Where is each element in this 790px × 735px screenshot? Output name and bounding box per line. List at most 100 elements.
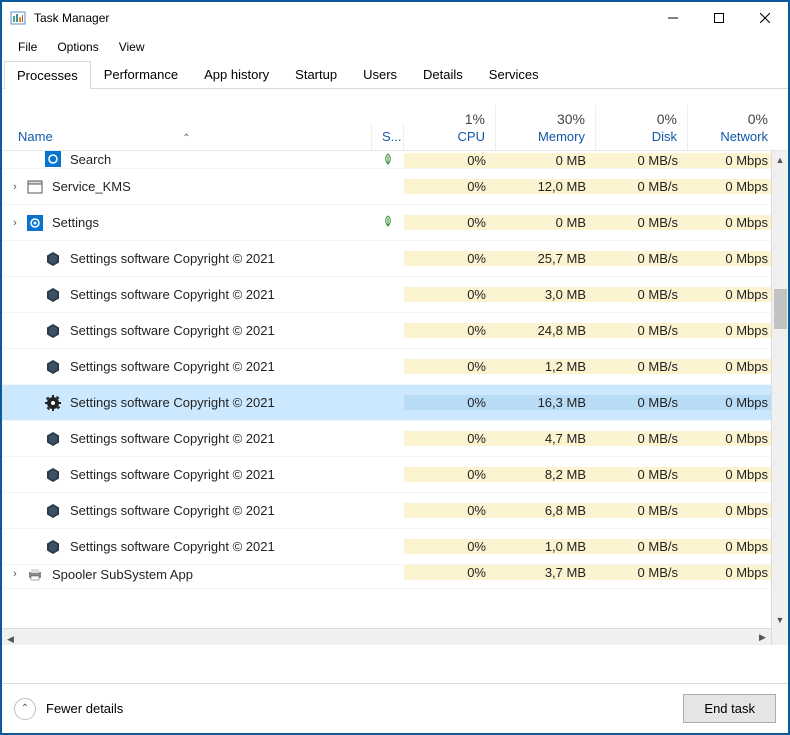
hex-icon [44,286,62,304]
disk-cell: 0 MB/s [596,179,688,194]
printer-icon [26,565,44,583]
tab-app-history[interactable]: App history [191,60,282,88]
net-cell: 0 Mbps [688,287,778,302]
maximize-button[interactable] [696,2,742,34]
process-row[interactable]: Settings software Copyright © 20210%25,7… [2,241,788,277]
process-name: Settings software Copyright © 2021 [70,251,275,266]
cpu-cell: 0% [404,359,496,374]
mem-cell: 24,8 MB [496,323,596,338]
process-row[interactable]: Settings software Copyright © 20210%8,2 … [2,457,788,493]
process-name: Search [70,152,111,167]
process-row[interactable]: ›Spooler SubSystem App0%3,7 MB0 MB/s0 Mb… [2,565,788,589]
tab-users[interactable]: Users [350,60,410,88]
process-name: Settings software Copyright © 2021 [70,539,275,554]
mem-cell: 3,7 MB [496,565,596,580]
titlebar: Task Manager [2,2,788,34]
column-headers: ⌃ Name S... 1% CPU 30% Memory 0% Disk 0%… [2,89,788,151]
expand-chevron-icon[interactable]: › [8,181,22,193]
scroll-down-button[interactable]: ▼ [772,611,788,628]
cpu-cell: 0% [404,395,496,410]
mem-cell: 0 MB [496,153,596,168]
net-cell: 0 Mbps [688,323,778,338]
status-cell [372,153,404,168]
net-cell: 0 Mbps [688,539,778,554]
col-cpu[interactable]: 1% CPU [404,105,496,150]
cpu-cell: 0% [404,539,496,554]
menubar: File Options View [2,34,788,60]
disk-cell: 0 MB/s [596,503,688,518]
menu-file[interactable]: File [8,36,47,58]
cpu-cell: 0% [404,251,496,266]
cpu-cell: 0% [404,179,496,194]
disk-cell: 0 MB/s [596,565,688,580]
hex-icon [44,358,62,376]
scroll-thumb[interactable] [774,289,787,329]
tab-details[interactable]: Details [410,60,476,88]
tab-strip: Processes Performance App history Startu… [2,60,788,89]
hex-icon [44,538,62,556]
tab-performance[interactable]: Performance [91,60,191,88]
gear-blue-icon [26,214,44,232]
mem-cell: 0 MB [496,215,596,230]
disk-cell: 0 MB/s [596,431,688,446]
blue-square-icon [44,151,62,168]
window-icon [26,178,44,196]
horizontal-scrollbar[interactable]: ◀ ▶ [2,628,771,645]
process-row[interactable]: › Service_KMS 0%12,0 MB0 MB/s0 Mbps [2,169,788,205]
disk-cell: 0 MB/s [596,539,688,554]
fewer-details-button[interactable]: ⌃ Fewer details [14,698,123,720]
mem-cell: 8,2 MB [496,467,596,482]
menu-view[interactable]: View [109,36,155,58]
tab-processes[interactable]: Processes [4,61,91,89]
cpu-cell: 0% [404,287,496,302]
process-name: Service_KMS [52,179,131,194]
mem-cell: 1,0 MB [496,539,596,554]
cpu-cell: 0% [404,431,496,446]
process-name: Spooler SubSystem App [52,567,193,582]
disk-cell: 0 MB/s [596,215,688,230]
process-name: Settings software Copyright © 2021 [70,467,275,482]
vertical-scrollbar[interactable]: ▲ ▼ [771,151,788,645]
col-name[interactable]: ⌃ Name [2,123,372,150]
hex-icon [44,430,62,448]
close-button[interactable] [742,2,788,34]
disk-cell: 0 MB/s [596,287,688,302]
disk-cell: 0 MB/s [596,323,688,338]
col-disk[interactable]: 0% Disk [596,105,688,150]
net-cell: 0 Mbps [688,359,778,374]
tab-services[interactable]: Services [476,60,552,88]
process-name: Settings software Copyright © 2021 [70,323,275,338]
process-row[interactable]: Settings software Copyright © 20210%1,2 … [2,349,788,385]
process-name: Settings software Copyright © 2021 [70,287,275,302]
process-name: Settings software Copyright © 2021 [70,431,275,446]
net-cell: 0 Mbps [688,179,778,194]
process-row[interactable]: Settings software Copyright © 2021 0%1,0 … [2,529,788,565]
cpu-cell: 0% [404,153,496,168]
scroll-left-button[interactable]: ◀ [2,632,19,646]
process-name: Settings [52,215,99,230]
col-memory[interactable]: 30% Memory [496,105,596,150]
end-task-button[interactable]: End task [683,694,776,723]
scroll-right-button[interactable]: ▶ [754,629,771,645]
minimize-button[interactable] [650,2,696,34]
process-row[interactable]: ›Settings0%0 MB0 MB/s0 Mbps [2,205,788,241]
process-row[interactable]: Settings software Copyright © 20210%3,0 … [2,277,788,313]
col-network[interactable]: 0% Network [688,105,778,150]
process-row[interactable]: Settings software Copyright © 20210%4,7 … [2,421,788,457]
expand-chevron-icon[interactable]: › [8,568,22,580]
cpu-cell: 0% [404,503,496,518]
process-row[interactable]: Settings software Copyright © 20210%16,3… [2,385,788,421]
sort-indicator-icon: ⌃ [182,133,190,144]
cpu-cell: 0% [404,565,496,580]
process-row[interactable]: Settings software Copyright © 20210%24,8… [2,313,788,349]
gear-black-icon [44,394,62,412]
process-row[interactable]: Search0%0 MB0 MB/s0 Mbps [2,151,788,169]
mem-cell: 12,0 MB [496,179,596,194]
menu-options[interactable]: Options [47,36,108,58]
tab-startup[interactable]: Startup [282,60,350,88]
expand-chevron-icon[interactable]: › [8,217,22,229]
scroll-up-button[interactable]: ▲ [772,151,788,168]
col-status[interactable]: S... [372,123,404,150]
process-row[interactable]: Settings software Copyright © 20210%6,8 … [2,493,788,529]
disk-cell: 0 MB/s [596,467,688,482]
